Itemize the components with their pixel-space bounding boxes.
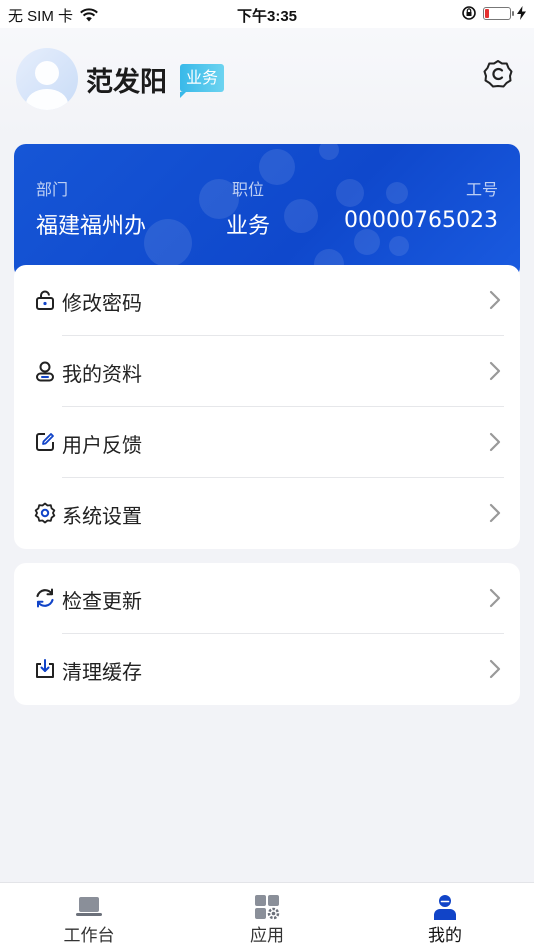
user-icon [36,361,54,382]
avatar[interactable] [16,48,78,110]
decor-bubble [284,199,318,233]
menu-item-system-settings[interactable]: 系统设置 [14,478,520,549]
menu-item-feedback[interactable]: 用户反馈 [14,407,520,478]
chevron-right-icon [489,659,501,679]
department-label: 部门 [36,180,69,199]
tab-apps[interactable]: 应用 [178,883,356,950]
apps-icon [255,895,280,920]
position-label: 职位 [232,180,265,199]
tab-workbench[interactable]: 工作台 [0,883,178,950]
download-icon [36,659,54,678]
chevron-right-icon [489,432,501,452]
tab-label: 应用 [250,926,284,946]
laptop-icon [76,897,102,916]
menu-item-label: 系统设置 [62,504,142,528]
tab-label: 工作台 [63,926,115,946]
menu-item-label: 修改密码 [62,291,142,315]
chevron-right-icon [489,361,501,381]
menu-item-change-password[interactable]: 修改密码 [14,265,520,336]
employee-id-value: 00000765023 [344,208,498,233]
department-value: 福建福州办 [36,214,147,239]
decor-bubble [336,179,364,207]
clock: 下午3:35 [236,8,298,25]
chevron-right-icon [489,503,501,523]
menu-group-account: 修改密码 我的资料 用户反馈 系统设置 [14,265,520,549]
role-badge: 业务 [180,64,225,98]
tab-mine[interactable]: 我的 [356,883,534,950]
person-icon [434,895,456,920]
refresh-icon [36,588,54,608]
employee-info-card: 部门 福建福州办 职位 业务 工号 00000765023 [14,144,520,279]
decor-bubble [144,219,192,267]
decor-bubble [319,144,339,160]
gear-icon [34,502,56,524]
menu-item-label: 清理缓存 [62,660,142,684]
battery-level [485,8,489,18]
menu-item-label: 我的资料 [62,362,142,386]
avatar-person-icon [26,61,68,110]
lock-icon [36,290,54,310]
orientation-lock-icon [462,6,476,20]
bottom-tab-bar: 工作台 应用 我的 [0,882,534,950]
settings-c-icon [483,60,513,88]
settings-button[interactable] [482,58,514,90]
menu-item-label: 检查更新 [62,589,142,613]
edit-icon [36,433,54,451]
chevron-right-icon [489,588,501,608]
menu-item-label: 用户反馈 [62,433,142,457]
charging-icon [517,6,526,20]
tab-label: 我的 [428,926,462,946]
decor-bubble [259,149,295,185]
menu-item-my-profile[interactable]: 我的资料 [14,336,520,407]
battery-icon [483,6,514,20]
decor-bubble [386,182,408,204]
profile-header: 范发阳 业务 [0,28,534,138]
menu-item-clear-cache[interactable]: 清理缓存 [14,634,520,705]
menu-group-system: 检查更新 清理缓存 [14,563,520,705]
status-bar: 无 SIM 卡 下午3:35 [0,0,534,28]
position-value: 业务 [226,214,271,239]
decor-bubble [389,236,409,256]
menu-item-check-update[interactable]: 检查更新 [14,563,520,634]
user-name: 范发阳 [86,67,167,98]
chevron-right-icon [489,290,501,310]
status-right [461,5,526,21]
employee-id-label: 工号 [465,180,498,199]
